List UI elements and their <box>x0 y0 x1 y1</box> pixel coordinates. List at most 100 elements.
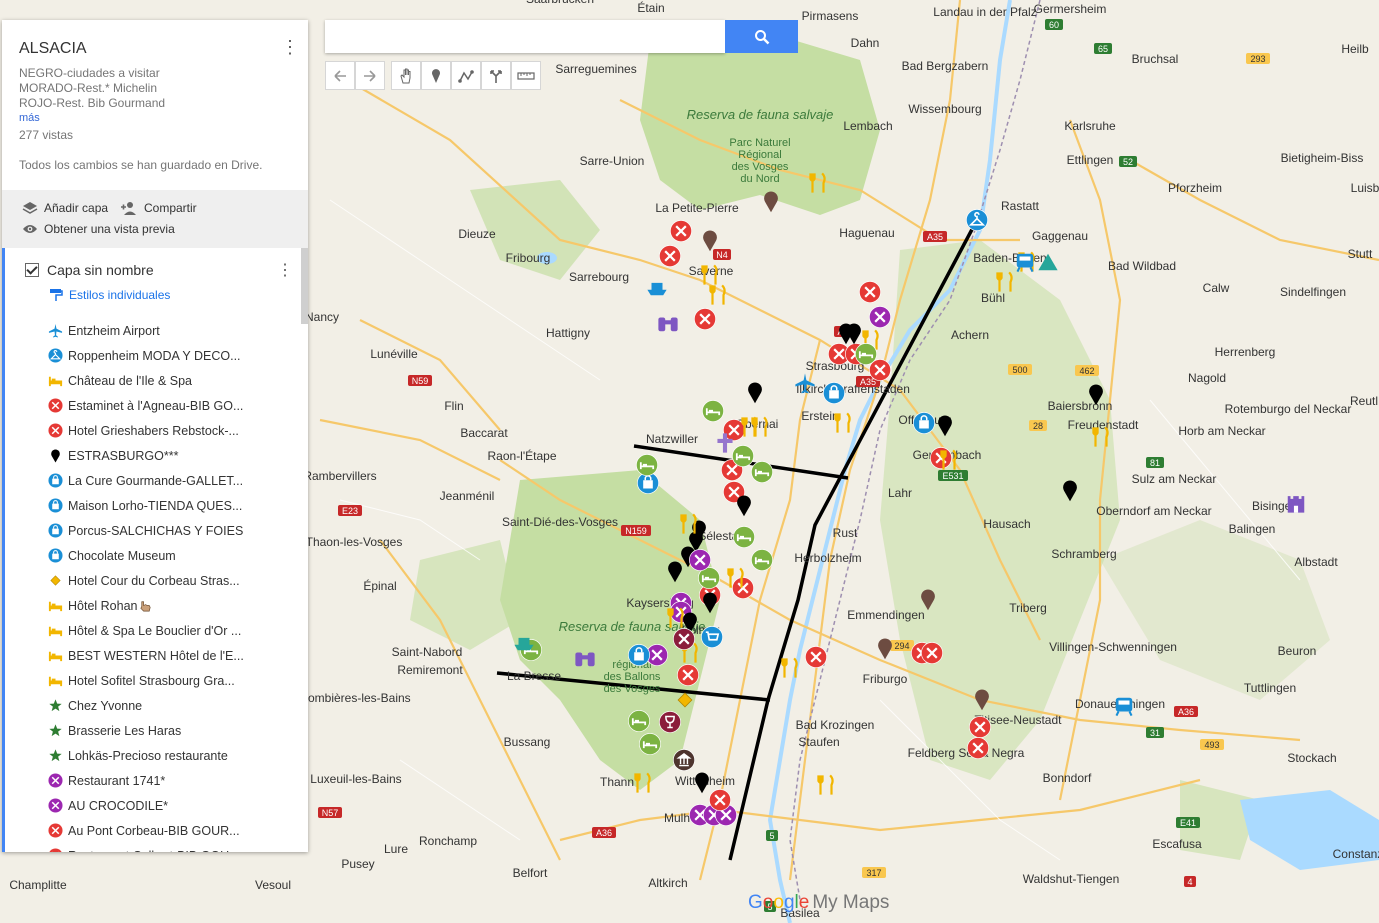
add-marker-button[interactable] <box>421 61 451 90</box>
layer-options-kebab-icon[interactable]: ⋮ <box>277 260 293 280</box>
layer-name[interactable]: Capa sin nombre <box>47 262 154 278</box>
layer-section: Capa sin nombre ⋮ Estilos individuales E… <box>2 248 308 852</box>
city-label: Freudenstadt <box>1068 418 1139 432</box>
undo-button[interactable] <box>325 61 355 90</box>
guesthouse-icon <box>733 526 755 548</box>
layer-item[interactable]: La Cure Gourmande-GALLET... <box>5 468 301 493</box>
layer-item[interactable]: Roppenheim MODA Y DECO... <box>5 343 301 368</box>
layer-item-label: Entzheim Airport <box>68 323 160 338</box>
draw-line-button[interactable] <box>451 61 481 90</box>
city-label: Flin <box>444 399 463 413</box>
map-marker-restaurant-icon[interactable] <box>670 220 692 242</box>
map-marker-restaurant-icon[interactable] <box>805 646 827 668</box>
map-marker-guesthouse-icon[interactable] <box>732 445 754 467</box>
map-marker-restaurant-icon[interactable] <box>869 306 891 328</box>
guesthouse-icon <box>628 710 650 732</box>
map-marker-castle-icon[interactable] <box>1287 496 1305 513</box>
individual-styles-link[interactable]: Estilos individuales <box>49 288 170 302</box>
layer-item[interactable]: Entzheim Airport <box>5 318 301 343</box>
layer-item-label: Porcus-SALCHICHAS Y FOIES <box>68 523 244 538</box>
layer-item[interactable]: Hotel Sofitel Strasbourg Gra... <box>5 668 301 693</box>
map-marker-wine-icon[interactable] <box>659 711 681 733</box>
map-marker-restaurant-icon[interactable] <box>930 447 952 469</box>
star-icon <box>48 699 62 712</box>
layer-item[interactable]: Lohkäs-Precioso restaurante <box>5 743 301 768</box>
layer-item[interactable]: Au Pont Corbeau-BIB GOUR... <box>5 818 301 843</box>
map-marker-restaurant-icon[interactable] <box>859 281 881 303</box>
layer-item[interactable]: Château de l'Ile & Spa <box>5 368 301 393</box>
city-label: Lembach <box>843 119 892 133</box>
map-marker-guesthouse-icon[interactable] <box>855 343 877 365</box>
svg-text:du Nord: du Nord <box>740 173 779 185</box>
city-label: Pforzheim <box>1168 181 1222 195</box>
city-label: Rust <box>833 526 858 540</box>
map-title[interactable]: ALSACIA <box>19 40 87 58</box>
map-marker-guesthouse-icon[interactable] <box>628 710 650 732</box>
layer-item[interactable]: Hôtel Rohan <box>5 593 301 618</box>
map-marker-guesthouse-icon[interactable] <box>733 526 755 548</box>
layer-item[interactable]: Brasserie Les Haras <box>5 718 301 743</box>
layer-scrollbar[interactable] <box>301 248 308 324</box>
layer-item[interactable]: ESTRASBURGO*** <box>5 443 301 468</box>
map-marker-shopping-bag-icon[interactable] <box>913 412 935 434</box>
city-label: Stutt <box>1348 247 1373 261</box>
map-marker-restaurant-icon[interactable] <box>659 245 681 267</box>
map-marker-guesthouse-icon[interactable] <box>636 454 658 476</box>
city-label: Sarre-Union <box>580 154 645 168</box>
layer-item[interactable]: Porcus-SALCHICHAS Y FOIES <box>5 518 301 543</box>
map-marker-museum-icon[interactable] <box>673 749 695 771</box>
map-marker-restaurant-icon[interactable] <box>709 789 731 811</box>
redo-button[interactable] <box>355 61 385 90</box>
map-marker-shopping-bag-icon[interactable] <box>823 382 845 404</box>
layer-item[interactable]: BEST WESTERN Hôtel de l'E... <box>5 643 301 668</box>
layer-item[interactable]: Restaurant Colbert-BIB GOU... <box>5 843 301 852</box>
map-marker-restaurant-icon[interactable] <box>967 737 989 759</box>
layer-item[interactable]: Chez Yvonne <box>5 693 301 718</box>
map-marker-guesthouse-icon[interactable] <box>639 733 661 755</box>
directions-button[interactable] <box>481 61 511 90</box>
layer-item-label: Maison Lorho-TIENDA QUES... <box>68 498 243 513</box>
bed-icon <box>48 601 62 612</box>
map-marker-restaurant-icon[interactable] <box>969 716 991 738</box>
road-shield-label: 462 <box>1079 366 1094 376</box>
add-layer-button[interactable]: Añadir capa <box>22 201 108 215</box>
map-marker-restaurant-icon[interactable] <box>694 308 716 330</box>
map-options-kebab-icon[interactable]: ⋮ <box>280 36 300 58</box>
map-marker-restaurant-icon[interactable] <box>673 628 695 650</box>
layer-item[interactable]: Hotel Grieshabers Rebstock-... <box>5 418 301 443</box>
map-marker-guesthouse-icon[interactable] <box>751 549 773 571</box>
layer-item[interactable]: AU CROCODILE* <box>5 793 301 818</box>
layer-item[interactable]: Restaurant 1741* <box>5 768 301 793</box>
layer-item[interactable]: Chocolate Museum <box>5 543 301 568</box>
layer-item[interactable]: Hotel Cour du Corbeau Stras... <box>5 568 301 593</box>
layer-visibility-checkbox[interactable] <box>25 263 39 277</box>
layer-header[interactable]: Capa sin nombre <box>25 262 154 278</box>
pan-button[interactable] <box>391 61 421 90</box>
map-marker-shopping-bag-icon[interactable] <box>628 644 650 666</box>
map-marker-guesthouse-icon[interactable] <box>702 400 724 422</box>
city-label: Calw <box>1203 281 1230 295</box>
more-link[interactable]: más <box>19 112 40 124</box>
share-button[interactable]: Compartir <box>120 201 197 215</box>
city-label: Natzwiller <box>646 432 698 446</box>
map-marker-guesthouse-icon[interactable] <box>751 461 773 483</box>
layer-item[interactable]: Hôtel & Spa Le Bouclier d'Or ... <box>5 618 301 643</box>
city-label: Pusey <box>341 857 374 871</box>
map-marker-cart-icon[interactable] <box>701 626 723 648</box>
map-marker-restaurant-icon[interactable] <box>689 549 711 571</box>
layer-item[interactable]: Maison Lorho-TIENDA QUES... <box>5 493 301 518</box>
measure-button[interactable] <box>511 61 541 90</box>
restaurant-icon <box>47 823 63 838</box>
city-label: Feldberg Selva Negra <box>908 746 1025 760</box>
map-marker-restaurant-icon[interactable] <box>732 577 754 599</box>
map-marker-restaurant-icon[interactable] <box>677 664 699 686</box>
map-description[interactable]: NEGRO-ciudades a visitar MORADO-Rest.* M… <box>19 66 165 111</box>
road-shield-label: 500 <box>1012 365 1027 375</box>
map-marker-restaurant-icon[interactable] <box>921 642 943 664</box>
preview-button[interactable]: Obtener una vista previa <box>22 222 175 236</box>
search-input[interactable] <box>325 20 725 53</box>
map-marker-hanger-icon[interactable] <box>966 209 988 231</box>
city-label: Raon-l'Étape <box>488 448 557 463</box>
layer-item[interactable]: Estaminet à l'Agneau-BIB GO... <box>5 393 301 418</box>
search-button[interactable] <box>725 20 798 53</box>
